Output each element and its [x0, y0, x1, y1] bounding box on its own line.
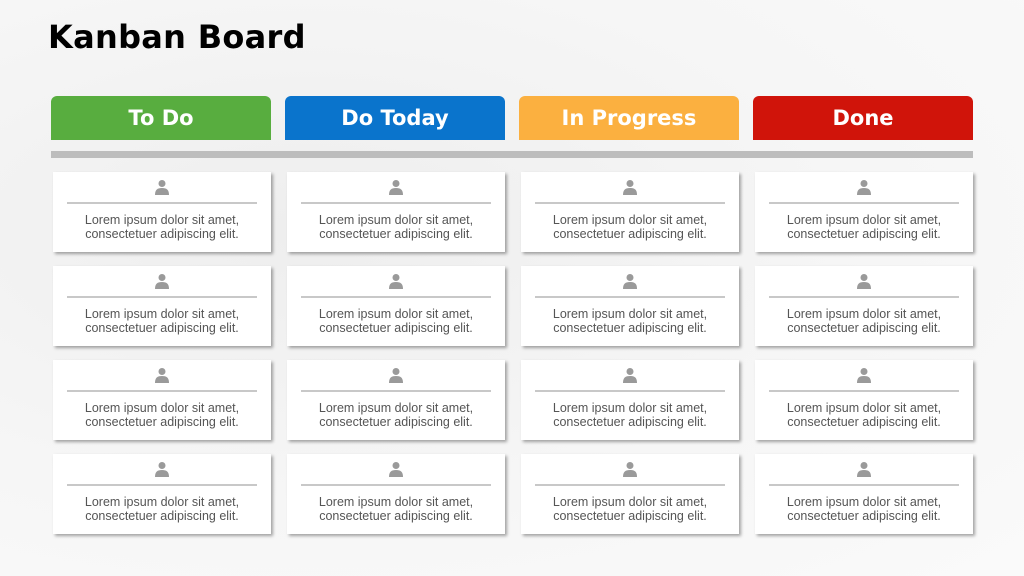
- column-header-do-today[interactable]: Do Today: [285, 96, 505, 140]
- user-icon: [622, 367, 638, 383]
- card-divider: [301, 202, 491, 204]
- card-divider: [67, 484, 257, 486]
- header-divider: [51, 151, 973, 158]
- user-icon: [154, 179, 170, 195]
- card-text: Lorem ipsum dolor sit amet, consectetuer…: [552, 213, 708, 241]
- card-divider: [535, 390, 725, 392]
- card-divider: [769, 484, 959, 486]
- user-icon: [622, 179, 638, 195]
- column-header-to-do[interactable]: To Do: [51, 96, 271, 140]
- user-icon: [154, 273, 170, 289]
- column-headers: To Do Do Today In Progress Done: [51, 96, 973, 140]
- card-text: Lorem ipsum dolor sit amet, consectetuer…: [318, 213, 474, 241]
- card-divider: [301, 296, 491, 298]
- user-icon: [154, 367, 170, 383]
- user-icon: [622, 273, 638, 289]
- user-icon: [388, 179, 404, 195]
- kanban-card[interactable]: Lorem ipsum dolor sit amet, consectetuer…: [521, 266, 739, 346]
- card-text: Lorem ipsum dolor sit amet, consectetuer…: [84, 307, 240, 335]
- card-text: Lorem ipsum dolor sit amet, consectetuer…: [318, 495, 474, 523]
- card-text: Lorem ipsum dolor sit amet, consectetuer…: [552, 495, 708, 523]
- kanban-card[interactable]: Lorem ipsum dolor sit amet, consectetuer…: [53, 266, 271, 346]
- card-divider: [769, 296, 959, 298]
- card-divider: [301, 390, 491, 392]
- user-icon: [622, 461, 638, 477]
- user-icon: [856, 273, 872, 289]
- card-text: Lorem ipsum dolor sit amet, consectetuer…: [84, 495, 240, 523]
- card-divider: [67, 390, 257, 392]
- kanban-card[interactable]: Lorem ipsum dolor sit amet, consectetuer…: [755, 360, 973, 440]
- kanban-card[interactable]: Lorem ipsum dolor sit amet, consectetuer…: [287, 172, 505, 252]
- card-text: Lorem ipsum dolor sit amet, consectetuer…: [318, 307, 474, 335]
- column-header-done[interactable]: Done: [753, 96, 973, 140]
- kanban-card[interactable]: Lorem ipsum dolor sit amet, consectetuer…: [287, 360, 505, 440]
- card-divider: [535, 484, 725, 486]
- page-title: Kanban Board: [48, 18, 306, 56]
- user-icon: [856, 461, 872, 477]
- kanban-card[interactable]: Lorem ipsum dolor sit amet, consectetuer…: [287, 266, 505, 346]
- card-divider: [301, 484, 491, 486]
- kanban-card[interactable]: Lorem ipsum dolor sit amet, consectetuer…: [755, 454, 973, 534]
- user-icon: [856, 179, 872, 195]
- kanban-grid: Lorem ipsum dolor sit amet, consectetuer…: [53, 172, 973, 534]
- column-header-in-progress[interactable]: In Progress: [519, 96, 739, 140]
- card-text: Lorem ipsum dolor sit amet, consectetuer…: [786, 495, 942, 523]
- user-icon: [856, 367, 872, 383]
- card-divider: [769, 202, 959, 204]
- kanban-card[interactable]: Lorem ipsum dolor sit amet, consectetuer…: [53, 454, 271, 534]
- card-divider: [769, 390, 959, 392]
- card-text: Lorem ipsum dolor sit amet, consectetuer…: [786, 401, 942, 429]
- card-text: Lorem ipsum dolor sit amet, consectetuer…: [84, 401, 240, 429]
- kanban-card[interactable]: Lorem ipsum dolor sit amet, consectetuer…: [755, 266, 973, 346]
- kanban-card[interactable]: Lorem ipsum dolor sit amet, consectetuer…: [755, 172, 973, 252]
- card-divider: [67, 202, 257, 204]
- user-icon: [388, 461, 404, 477]
- kanban-card[interactable]: Lorem ipsum dolor sit amet, consectetuer…: [287, 454, 505, 534]
- card-text: Lorem ipsum dolor sit amet, consectetuer…: [552, 307, 708, 335]
- card-divider: [535, 296, 725, 298]
- kanban-card[interactable]: Lorem ipsum dolor sit amet, consectetuer…: [53, 360, 271, 440]
- kanban-card[interactable]: Lorem ipsum dolor sit amet, consectetuer…: [521, 360, 739, 440]
- user-icon: [388, 367, 404, 383]
- user-icon: [154, 461, 170, 477]
- user-icon: [388, 273, 404, 289]
- card-text: Lorem ipsum dolor sit amet, consectetuer…: [786, 213, 942, 241]
- card-divider: [535, 202, 725, 204]
- kanban-card[interactable]: Lorem ipsum dolor sit amet, consectetuer…: [521, 454, 739, 534]
- card-text: Lorem ipsum dolor sit amet, consectetuer…: [84, 213, 240, 241]
- card-text: Lorem ipsum dolor sit amet, consectetuer…: [552, 401, 708, 429]
- card-divider: [67, 296, 257, 298]
- card-text: Lorem ipsum dolor sit amet, consectetuer…: [318, 401, 474, 429]
- card-text: Lorem ipsum dolor sit amet, consectetuer…: [786, 307, 942, 335]
- kanban-card[interactable]: Lorem ipsum dolor sit amet, consectetuer…: [521, 172, 739, 252]
- kanban-card[interactable]: Lorem ipsum dolor sit amet, consectetuer…: [53, 172, 271, 252]
